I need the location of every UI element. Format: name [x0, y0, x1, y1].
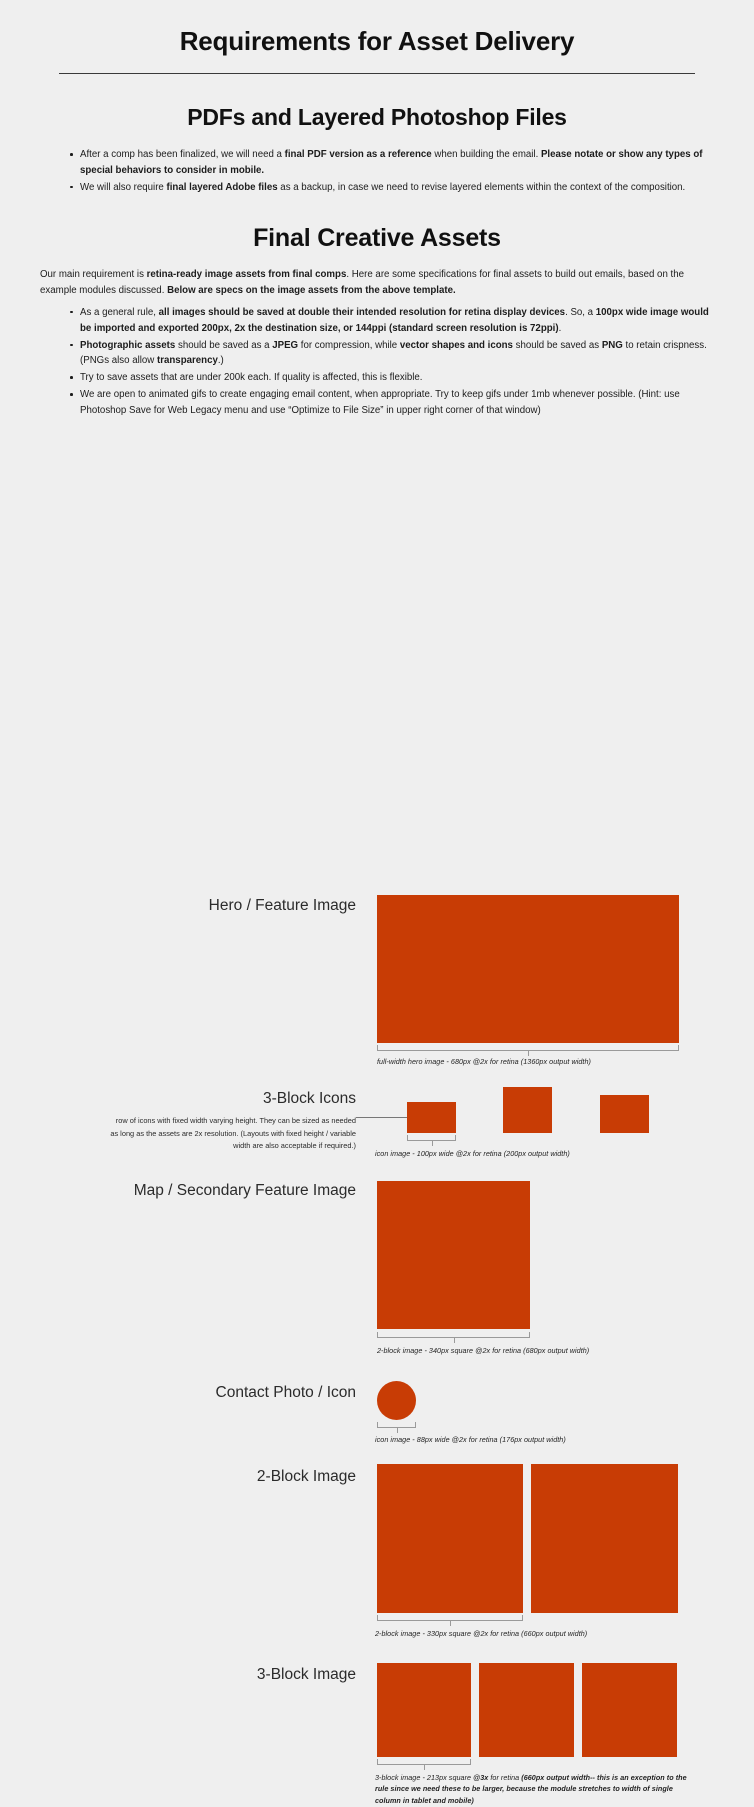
intro-paragraph: Our main requirement is retina-ready ima…	[40, 269, 684, 297]
spec-caption-hero: full-width hero image - 680px @2x for re…	[377, 1056, 591, 1066]
measure-bracket-map	[377, 1331, 530, 1343]
list-item: We are open to animated gifs to create e…	[70, 387, 714, 419]
caption-part-rest: for retina	[488, 1772, 522, 1782]
pdf-requirements-list: After a comp has been finalized, we will…	[40, 147, 714, 195]
section-heading-final-assets: Final Creative Assets	[253, 224, 501, 253]
placeholder-contact-photo	[377, 1380, 416, 1420]
section-body-final-assets: Our main requirement is retina-ready ima…	[0, 267, 754, 418]
spec-caption-3block-icons: icon image - 100px wide @2x for retina (…	[375, 1148, 570, 1158]
placeholder-hero-image	[377, 894, 679, 1043]
placeholder-2block-2	[531, 1463, 678, 1613]
leader-line-icons	[356, 1116, 407, 1118]
spec-label-3block-icons: 3-Block Icons	[262, 1089, 356, 1107]
section-heading-pdfs: PDFs and Layered Photoshop Files	[187, 104, 567, 130]
placeholder-icon-3	[600, 1094, 649, 1133]
placeholder-3block-2	[479, 1662, 574, 1757]
spec-label-3block-image: 3-Block Image	[256, 1665, 356, 1683]
measure-bracket-2block	[377, 1614, 523, 1626]
list-item: Try to save assets that are under 200k e…	[70, 370, 714, 386]
page-title: Requirements for Asset Delivery	[179, 26, 575, 56]
list-item: As a general rule, all images should be …	[70, 305, 714, 337]
placeholder-3block-3	[582, 1662, 677, 1757]
spec-note-3block-icons: row of icons with fixed width varying he…	[110, 1115, 356, 1151]
list-item: We will also require final layered Adobe…	[70, 180, 714, 196]
placeholder-icon-2	[503, 1086, 552, 1133]
spec-label-2block-image: 2-Block Image	[256, 1467, 356, 1485]
spec-caption-map: 2-block image - 340px square @2x for ret…	[377, 1345, 590, 1355]
spec-caption-2block-image: 2-block image - 330px square @2x for ret…	[375, 1628, 588, 1638]
spec-label-hero: Hero / Feature Image	[208, 896, 356, 914]
caption-part-scale: @3x	[473, 1772, 489, 1782]
list-item: Photographic assets should be saved as a…	[70, 338, 714, 370]
section-body-pdfs: After a comp has been finalized, we will…	[0, 147, 754, 195]
spec-label-map: Map / Secondary Feature Image	[133, 1181, 356, 1199]
measure-bracket-contact	[377, 1421, 416, 1433]
measure-bracket-hero	[377, 1044, 679, 1056]
spec-caption-3block-image: 3-block image - 213px square @3x for ret…	[375, 1772, 695, 1807]
spec-caption-contact: icon image - 88px wide @2x for retina (1…	[375, 1434, 566, 1444]
measure-bracket-icons	[407, 1134, 456, 1146]
placeholder-2block-1	[377, 1463, 523, 1613]
caption-part-lead: 3-block image - 213px square	[375, 1772, 474, 1782]
placeholder-icon-1	[407, 1101, 456, 1133]
spec-label-contact: Contact Photo / Icon	[215, 1383, 356, 1401]
asset-requirements-list: As a general rule, all images should be …	[40, 305, 714, 419]
list-item: After a comp has been finalized, we will…	[70, 147, 714, 179]
measure-bracket-3block	[377, 1758, 471, 1770]
placeholder-map-image	[377, 1180, 530, 1329]
placeholder-3block-1	[377, 1662, 471, 1757]
